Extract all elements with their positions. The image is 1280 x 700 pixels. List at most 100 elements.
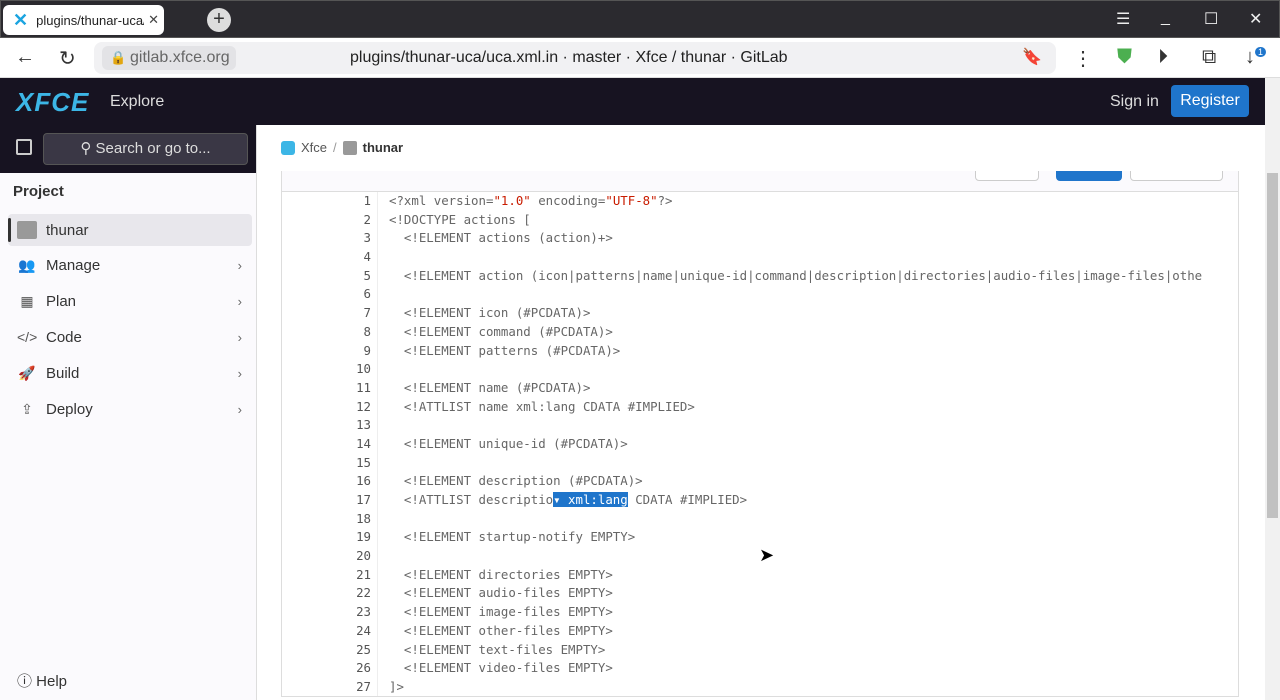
xfce-logo[interactable]: XFCE [16,87,89,118]
maximize-icon[interactable]: ☐ [1204,9,1218,29]
adguard-shield-icon[interactable]: ⛊ [1117,46,1132,69]
line-text: <!ELEMENT name (#PCDATA)> [389,379,591,398]
domain-chip[interactable]: 🔒 gitlab.xfce.org [102,46,236,70]
sidebar-item-manage[interactable]: 👥 Manage › [8,249,252,281]
help-button[interactable]: ⓘ Help [17,670,67,691]
line-number[interactable]: 15 [282,454,371,473]
line-number[interactable]: 13 [282,416,371,435]
chevron-right-icon: › [237,293,242,309]
code-icon: </> [17,329,38,345]
breadcrumb-project[interactable]: thunar [363,140,403,155]
xfce-favicon-icon: ✕ [13,9,29,30]
sidebar-section-title: Project [13,183,64,200]
code-view[interactable]: 1 <?xml version="1.0" encoding="UTF-8"?> 2… [282,192,1238,696]
line-number[interactable]: 2 [282,211,371,230]
project-icon [342,140,357,155]
line-text: <!ELEMENT directories EMPTY> [389,566,613,585]
line-number[interactable]: 17 [282,491,371,510]
explore-link[interactable]: Explore [110,93,164,111]
edit-button[interactable] [975,171,1039,181]
close-window-icon[interactable]: ✕ [1249,9,1262,29]
scrollbar-thumb[interactable] [1267,173,1278,518]
calendar-icon: ▦ [20,292,34,309]
line-number[interactable]: 18 [282,510,371,529]
line-number[interactable]: 22 [282,584,371,603]
line-content: <!ELEMENT actions (action)+> [389,230,613,246]
line-content: <!ELEMENT video-files EMPTY> [389,660,613,676]
line-number[interactable]: 25 [282,641,371,660]
line-number[interactable]: 19 [282,528,371,547]
line-number[interactable]: 12 [282,398,371,417]
file-actions-button-group[interactable] [1130,171,1223,181]
chevron-right-icon: › [237,329,242,345]
line-number[interactable]: 3 [282,229,371,248]
downloads-icon[interactable]: ↓ 1 [1245,46,1267,69]
sidebar-item-deploy[interactable]: ⇪ Deploy › [8,393,252,425]
line-text: <!ELEMENT action (icon|patterns|name|uni… [389,267,1202,286]
page-scrollbar[interactable] [1265,78,1280,700]
line-number[interactable]: 7 [282,304,371,323]
extensions-icon[interactable]: ⧉ [1202,46,1216,69]
line-number[interactable]: 1 [282,192,371,211]
code-dropdown-button[interactable] [1056,171,1122,181]
line-number[interactable]: 23 [282,603,371,622]
back-icon[interactable]: ← [15,46,35,69]
reload-icon[interactable]: ↻ [59,46,76,71]
file-viewer: 1 <?xml version="1.0" encoding="UTF-8"?> 2… [281,171,1239,697]
sidebar-item-code[interactable]: </> Code › [8,321,252,353]
bookmark-icon[interactable]: 🔖 [1022,47,1042,67]
line-number[interactable]: 21 [282,566,371,585]
line-text: <!ELEMENT patterns (#PCDATA)> [389,342,620,361]
project-icon [17,221,37,239]
line-number[interactable]: 9 [282,342,371,361]
domain-text: gitlab.xfce.org [130,49,230,66]
line-number[interactable]: 20 [282,547,371,566]
line-number[interactable]: 26 [282,659,371,678]
more-options-icon[interactable]: ⋮ [1073,46,1093,71]
register-button[interactable]: Register [1171,85,1249,117]
search-button[interactable]: ⚲ Search or go to... [43,133,248,165]
lock-icon: 🔒 [110,50,127,65]
line-number[interactable]: 14 [282,435,371,454]
line-content: <!ATTLIST name xml:lang CDATA #IMPLIED> [389,398,695,414]
line-text: <!ELEMENT description (#PCDATA)> [389,472,643,491]
media-play-icon[interactable]: ⏵ [1158,46,1168,69]
code-line: 2 <!DOCTYPE actions [ [282,211,1238,230]
sidebar-item-plan[interactable]: ▦ Plan › [8,285,252,317]
sign-in-link[interactable]: Sign in [1110,93,1159,111]
sidebar-item-label: Build [46,364,80,382]
selected-text[interactable]: ▾ xml:lang [553,492,628,507]
sidebar-item-build[interactable]: 🚀 Build › [8,357,252,389]
line-number[interactable]: 16 [282,472,371,491]
line-number[interactable]: 27 [282,678,371,696]
new-tab-button[interactable]: + [207,8,231,32]
line-number[interactable]: 11 [282,379,371,398]
line-content: <?xml version="1.0" encoding="UTF-8"?> [389,193,673,208]
code-line: 14 <!ELEMENT unique-id (#PCDATA)> [282,435,1238,454]
line-number[interactable]: 24 [282,622,371,641]
close-tab-icon[interactable]: ✕ [148,12,159,28]
line-content: ]> [389,678,404,694]
code-line: 25 <!ELEMENT text-files EMPTY> [282,641,1238,660]
chevron-right-icon: › [237,257,242,273]
search-placeholder: Search or go to... [95,140,211,157]
menu-icon[interactable]: ☰ [1116,9,1130,29]
address-bar[interactable]: 🔒 gitlab.xfce.org plugins/thunar-uca/uca.… [94,42,1056,74]
sidebar-item-label: Deploy [46,400,93,418]
code-line: 23 <!ELEMENT image-files EMPTY> [282,603,1238,622]
breadcrumb-group[interactable]: Xfce [301,140,327,155]
line-number[interactable]: 6 [282,285,371,304]
line-content: <!DOCTYPE actions [ [389,211,531,227]
browser-tab[interactable]: ✕ plugins/thunar-uca/uca ✕ [3,5,164,35]
page-title-text: plugins/thunar-uca/uca.xml.in · master ·… [350,49,788,66]
sidebar-toggle-icon[interactable] [16,139,32,155]
sidebar-item-thunar[interactable]: thunar [8,214,252,246]
line-number[interactable]: 4 [282,248,371,267]
minimize-icon[interactable]: _ [1161,9,1170,27]
line-number[interactable]: 8 [282,323,371,342]
line-text: <!ELEMENT text-files EMPTY> [389,641,605,660]
users-icon: 👥 [18,256,36,273]
line-number[interactable]: 5 [282,267,371,286]
line-content: <!ELEMENT startup-notify EMPTY> [389,529,636,545]
line-number[interactable]: 10 [282,360,371,379]
